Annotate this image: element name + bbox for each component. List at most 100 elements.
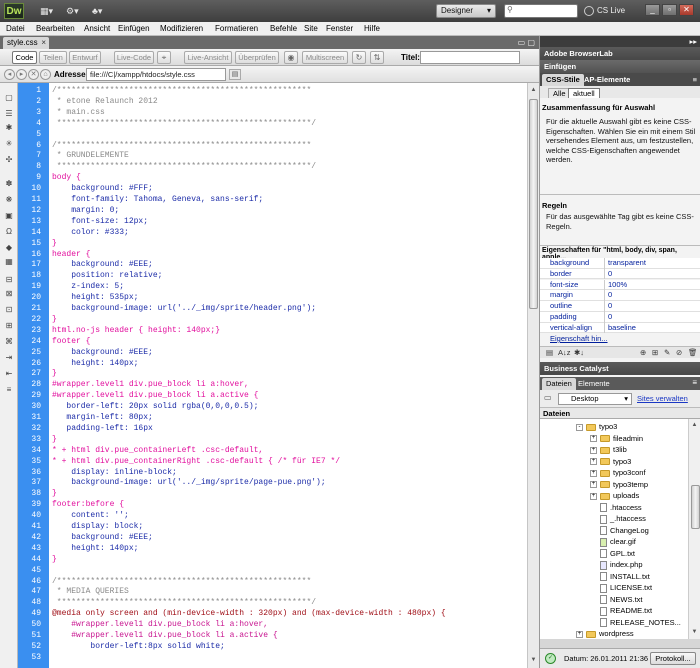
show-code-navigator-icon[interactable]: ☰	[3, 109, 15, 119]
syntax-error-icon[interactable]: ◆	[3, 243, 15, 253]
property-value[interactable]: 0	[604, 312, 612, 323]
tab-files[interactable]: Dateien	[542, 378, 576, 390]
code-line[interactable]: * GRUNDELEMENTE	[52, 151, 129, 162]
code-line[interactable]: font-size: 12px;	[52, 217, 148, 228]
code-line[interactable]: }	[52, 369, 57, 380]
menu-bearbeiten[interactable]: Bearbeiten	[36, 23, 75, 35]
live-code-button[interactable]: Live-Code	[114, 51, 154, 64]
format-source-icon[interactable]: ≡	[3, 385, 15, 395]
recent-snippets-icon[interactable]: ⊞	[3, 321, 15, 331]
code-line[interactable]: z-index: 5;	[52, 282, 124, 293]
outdent-icon[interactable]: ⇤	[3, 369, 15, 379]
code-line[interactable]: margin: 0;	[52, 206, 119, 217]
code-line[interactable]: * + html div.pue_containerRight .csc-def…	[52, 457, 340, 468]
code-view-button[interactable]: Code	[12, 51, 37, 64]
file-item[interactable]: ChangeLog	[590, 525, 649, 537]
code-line[interactable]: #wrapper.level1 div.pue_block li a.activ…	[52, 391, 258, 402]
minimize-button[interactable]: _	[645, 4, 660, 16]
folder-item[interactable]: + t3lib	[590, 444, 627, 456]
collapse-panels-icon[interactable]: ▸▸	[689, 36, 697, 47]
code-line[interactable]: /***************************************…	[52, 577, 311, 588]
inspect-icon[interactable]: ⌖	[157, 51, 171, 64]
live-view-button[interactable]: Live-Ansicht	[184, 51, 232, 64]
folder-item[interactable]: + uploads	[590, 490, 639, 502]
code-line[interactable]: height: 140px;	[52, 544, 138, 555]
indent-icon[interactable]: ⇥	[3, 353, 15, 363]
property-value[interactable]: transparent	[604, 258, 646, 269]
code-editor[interactable]: /***************************************…	[49, 83, 527, 668]
property-row[interactable]: margin 0	[540, 290, 700, 301]
extend-gear-icon[interactable]: ⚙▾	[66, 5, 79, 17]
delete-icon[interactable]: 🗑	[688, 348, 698, 358]
code-line[interactable]: display: block;	[52, 522, 143, 533]
file-item[interactable]: NEWS.txt	[590, 594, 643, 606]
workspace-switcher[interactable]: Designer ▾	[436, 4, 496, 18]
highlight-invalid-icon[interactable]: Ω	[3, 227, 15, 237]
code-line[interactable]: #wrapper.level1 div.pue_block li a:hover…	[52, 380, 249, 391]
scroll-up-icon[interactable]: ▲	[529, 85, 538, 95]
scroll-down-icon[interactable]: ▼	[529, 655, 538, 665]
code-line[interactable]: footer:before {	[52, 500, 124, 511]
code-line[interactable]: #wrapper.level1 div.pue_block li a.activ…	[52, 631, 277, 642]
new-rule-icon[interactable]: ⊞	[652, 348, 658, 358]
help-search-input[interactable]: ⚲	[504, 4, 578, 18]
code-line[interactable]: html.no-js header { height: 140px;}	[52, 326, 220, 337]
maximize-button[interactable]: ▫	[662, 4, 677, 16]
menu-formatieren[interactable]: Formatieren	[215, 23, 258, 35]
address-options-icon[interactable]: ▤	[229, 69, 241, 80]
code-line[interactable]: /***************************************…	[52, 141, 311, 152]
property-row[interactable]: background transparent	[540, 258, 700, 269]
code-line[interactable]: background: #EEE;	[52, 533, 153, 544]
file-item[interactable]: index.php	[590, 559, 643, 571]
code-line[interactable]: border-left: 20px solid rgba(0,0,0,0.5);	[52, 402, 258, 413]
code-line[interactable]: height: 535px;	[52, 293, 138, 304]
tab-css-styles[interactable]: CSS-Stile	[542, 74, 584, 86]
close-button[interactable]: ✕	[679, 4, 694, 16]
panel-menu-icon[interactable]: ≡	[693, 73, 697, 86]
file-item[interactable]: GPL.txt	[590, 548, 635, 560]
tab-style-css[interactable]: style.css ×	[3, 37, 49, 49]
layout-icon[interactable]: ▦▾	[40, 5, 53, 17]
set-properties-icon[interactable]: ✱↓	[574, 348, 584, 358]
menu-einfuegen[interactable]: Einfügen	[118, 23, 150, 35]
menu-site[interactable]: Site	[304, 23, 318, 35]
files-scrollbar[interactable]: ▲ ▼	[688, 419, 700, 639]
line-numbers-icon[interactable]: ▣	[3, 211, 15, 221]
restore-document-icon[interactable]: ▭ ▢	[518, 38, 535, 47]
menu-ansicht[interactable]: Ansicht	[84, 23, 110, 35]
code-line[interactable]: height: 140px;	[52, 359, 138, 370]
file-management-icon[interactable]: ⇅	[370, 51, 384, 64]
code-line[interactable]: position: relative;	[52, 271, 162, 282]
site-select[interactable]: Desktop ▾	[558, 393, 632, 405]
collapse-icon[interactable]: -	[576, 423, 583, 431]
code-scrollbar[interactable]: ▲ ▼	[527, 83, 539, 668]
attach-style-icon[interactable]: ⊕	[640, 348, 646, 358]
remove-comment-icon[interactable]: ⊠	[3, 289, 15, 299]
property-row[interactable]: padding 0	[540, 312, 700, 323]
code-line[interactable]: * MEDIA QUERIES	[52, 587, 129, 598]
check-button[interactable]: Überprüfen	[235, 51, 279, 64]
code-line[interactable]: background-image: url('../_img/sprite/pa…	[52, 478, 325, 489]
add-property-link[interactable]: Eigenschaft hin...	[550, 334, 608, 343]
page-title-input[interactable]	[420, 51, 520, 64]
word-wrap-icon[interactable]: ▦	[3, 257, 15, 267]
category-view-icon[interactable]: ▤	[546, 348, 553, 358]
code-line[interactable]: footer {	[52, 337, 90, 348]
menu-hilfe[interactable]: Hilfe	[364, 23, 380, 35]
code-line[interactable]: }	[52, 315, 57, 326]
browser-preview-icon[interactable]: ◉	[284, 51, 298, 64]
expand-icon[interactable]: +	[590, 458, 597, 466]
code-line[interactable]: }	[52, 239, 57, 250]
code-line[interactable]: ****************************************…	[52, 598, 316, 609]
refresh-icon[interactable]: ↻	[352, 51, 366, 64]
code-line[interactable]: content: '';	[52, 511, 129, 522]
close-tab-icon[interactable]: ×	[41, 37, 46, 49]
property-value[interactable]: 100%	[604, 279, 627, 291]
manage-sites-link[interactable]: Sites verwalten	[637, 394, 688, 403]
expand-icon[interactable]: +	[576, 630, 583, 638]
file-item[interactable]: .htaccess	[590, 502, 642, 514]
collapse-tag-icon[interactable]: ✱	[3, 123, 15, 133]
code-line[interactable]: * main.css	[52, 108, 105, 119]
scrollbar-thumb[interactable]	[529, 99, 538, 309]
files-scroll-thumb[interactable]	[691, 485, 700, 529]
